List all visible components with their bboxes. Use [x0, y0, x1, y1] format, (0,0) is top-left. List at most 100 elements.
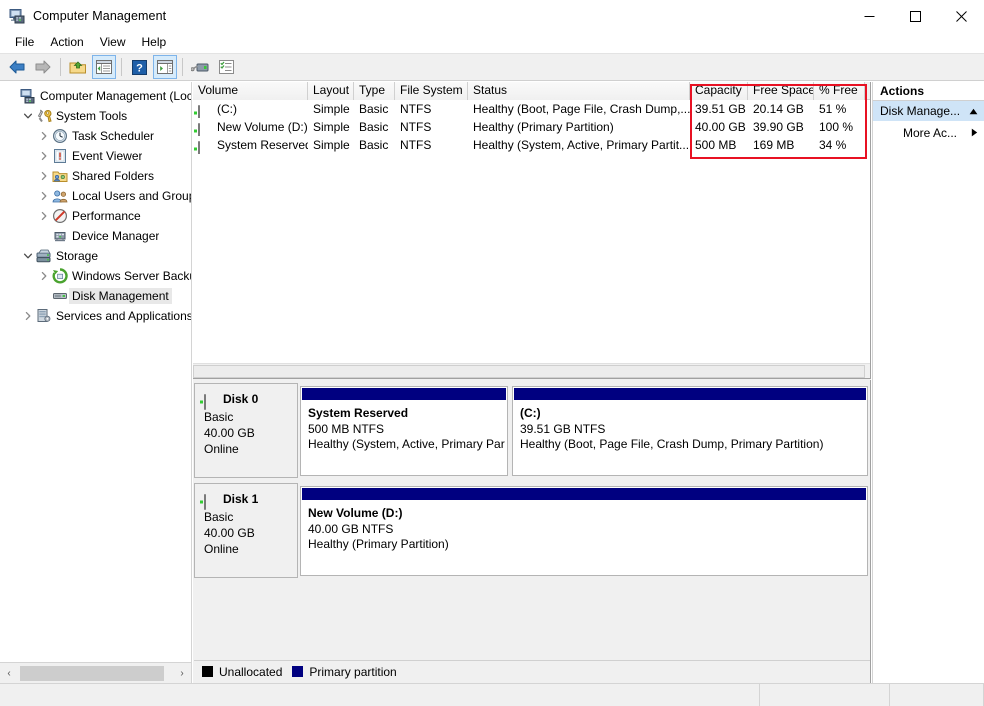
tree-item-shared-folders[interactable]: Shared Folders [0, 166, 191, 186]
maximize-button[interactable] [892, 0, 938, 32]
partition-color-bar [302, 388, 506, 400]
tree-item-local-users-and-groups[interactable]: Local Users and Groups [0, 186, 191, 206]
chevron-up-icon[interactable] [969, 104, 978, 118]
column-header-capacity[interactable]: Capacity [690, 82, 748, 100]
chevron-right-icon[interactable] [36, 208, 52, 224]
tree-item-label: Disk Management [69, 288, 172, 304]
connect-computer-button[interactable] [188, 55, 212, 79]
tree-item-task-scheduler[interactable]: Task Scheduler [0, 126, 191, 146]
chevron-right-icon[interactable] [36, 188, 52, 204]
volume-row[interactable]: (C:) Simple Basic NTFS Healthy (Boot, Page F… [193, 100, 870, 118]
show-hide-action-pane-button[interactable] [153, 55, 177, 79]
cell-type: Basic [359, 120, 389, 134]
status-segment-2 [760, 684, 890, 706]
backup-icon [52, 268, 68, 284]
disk-info-panel[interactable]: Disk 1 Basic 40.00 GB Online [194, 483, 298, 578]
column-header-free[interactable]: % Free [814, 82, 865, 100]
menu-file[interactable]: File [7, 33, 42, 52]
properties-button[interactable] [214, 55, 238, 79]
scroll-left-arrow-icon[interactable]: ‹ [0, 663, 18, 683]
volume-list-body: (C:) Simple Basic NTFS Healthy (Boot, Page F… [193, 100, 870, 154]
tree-item-windows-server-backup[interactable]: Windows Server Backup [0, 266, 191, 286]
minimize-button[interactable] [846, 0, 892, 32]
tree-item-services-and-applications[interactable]: Services and Applications [0, 306, 191, 326]
chevron-right-icon[interactable] [20, 308, 36, 324]
tree-item-event-viewer[interactable]: Event Viewer [0, 146, 191, 166]
cell-layout: Simple [313, 138, 350, 152]
cell-percent-free: 34 % [819, 138, 847, 152]
legend-swatch [202, 666, 213, 677]
actions-group-label: Disk Manage... [880, 104, 961, 118]
help-button[interactable]: ? [127, 55, 151, 79]
chevron-right-icon[interactable] [971, 126, 978, 140]
actions-pane: Actions Disk Manage... More Ac... [872, 82, 984, 683]
volume-list-horizontal-scrollbar[interactable] [193, 363, 870, 378]
cell-layout: Simple [313, 120, 350, 134]
column-header-free-space[interactable]: Free Space [748, 82, 814, 100]
actions-item-more-actions[interactable]: More Ac... [873, 122, 984, 144]
column-header-type[interactable]: Type [354, 82, 395, 100]
menu-action[interactable]: Action [42, 33, 91, 52]
tree-item-computer-management-local[interactable]: Computer Management (Local [0, 86, 191, 106]
back-button[interactable] [5, 55, 29, 79]
partition-size-filesystem: 39.51 GB NTFS [520, 422, 606, 436]
disk-info-panel[interactable]: Disk 0 Basic 40.00 GB Online [194, 383, 298, 478]
cell-free-space: 20.14 GB [753, 102, 804, 116]
chevron-right-icon[interactable] [36, 268, 52, 284]
tree-item-device-manager[interactable]: Device Manager [0, 226, 191, 246]
partition-status: Healthy (Primary Partition) [308, 537, 449, 551]
cell-type: Basic [359, 138, 389, 152]
partition-name: New Volume (D:) [308, 506, 403, 520]
computer-icon [20, 88, 36, 104]
partition-block[interactable]: System Reserved 500 MB NTFS Healthy (Syste… [300, 386, 508, 476]
cell-status: Healthy (Boot, Page File, Crash Dump,... [473, 102, 690, 116]
scrollbar-track[interactable] [18, 663, 173, 683]
cell-percent-free: 100 % [819, 120, 854, 134]
partition-size-filesystem: 40.00 GB NTFS [308, 522, 394, 536]
services-icon [36, 308, 52, 324]
column-header-file-system[interactable]: File System [395, 82, 468, 100]
menu-view[interactable]: View [92, 33, 134, 52]
actions-item-label: More Ac... [903, 126, 958, 140]
partition-block[interactable]: New Volume (D:) 40.00 GB NTFS Healthy (Pri… [300, 486, 868, 576]
actions-group-disk-management[interactable]: Disk Manage... [873, 101, 984, 122]
forward-button[interactable] [31, 55, 55, 79]
tree-item-label: System Tools [56, 109, 128, 123]
tree-horizontal-scrollbar[interactable]: ‹ › [0, 662, 191, 683]
status-segment-3 [890, 684, 984, 706]
cell-capacity: 500 MB [695, 138, 737, 152]
chevron-right-icon[interactable] [36, 168, 52, 184]
partition-block[interactable]: (C:) 39.51 GB NTFS Healthy (Boot, Page Fil… [512, 386, 868, 476]
chevron-right-icon[interactable] [36, 148, 52, 164]
chevron-right-icon[interactable] [36, 128, 52, 144]
tree-item-disk-management[interactable]: Disk Management [0, 286, 191, 306]
cell-volume: New Volume (D:) [193, 118, 308, 136]
tree-item-system-tools[interactable]: System Tools [0, 106, 191, 126]
chevron-down-icon[interactable] [20, 248, 36, 264]
column-header-layout[interactable]: Layout [308, 82, 354, 100]
chevron-down-icon[interactable] [20, 108, 36, 124]
storage-icon [36, 248, 52, 264]
disk-title: Disk 1 [204, 492, 297, 510]
tree-item-label: Performance [72, 209, 141, 223]
show-hide-console-tree-button[interactable] [92, 55, 116, 79]
scroll-right-arrow-icon[interactable]: › [173, 663, 191, 683]
folder-up-button[interactable] [66, 55, 90, 79]
volume-row[interactable]: New Volume (D:) Simple Basic NTFS Healthy (P… [193, 118, 870, 136]
scrollbar-thumb[interactable] [20, 665, 164, 681]
column-header-status[interactable]: Status [468, 82, 690, 100]
tree-item-storage[interactable]: Storage [0, 246, 191, 266]
volume-row[interactable]: System Reserved Simple Basic NTFS Healthy (S… [193, 136, 870, 154]
disk-row: Disk 0 Basic 40.00 GB Online System Reserved… [194, 383, 868, 478]
disk-kind: Basic [204, 510, 234, 524]
scrollbar-thumb[interactable] [193, 365, 865, 378]
cell-status: Healthy (System, Active, Primary Partit.… [473, 138, 690, 152]
close-button[interactable] [938, 0, 984, 32]
menu-help[interactable]: Help [134, 33, 175, 52]
tree-item-performance[interactable]: Performance [0, 206, 191, 226]
status-segment-1 [0, 684, 760, 706]
performance-icon [52, 208, 68, 224]
column-header-volume[interactable]: Volume [193, 82, 308, 100]
tree-item-label: Windows Server Backup [72, 269, 191, 283]
